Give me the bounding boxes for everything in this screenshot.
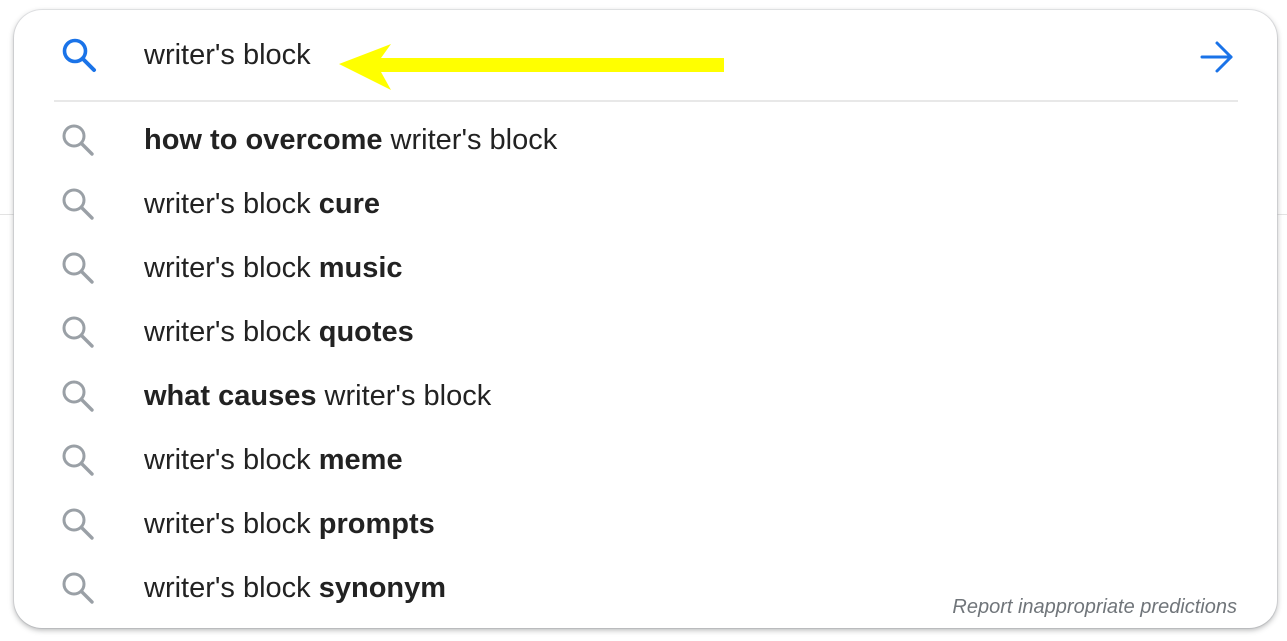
suggestion-text: writer's block quotes — [144, 313, 414, 351]
suggestion-list: how to overcome writer's block writer's b… — [14, 108, 1277, 620]
suggestion-item[interactable]: writer's block cure — [14, 172, 1277, 236]
suggestion-text: writer's block cure — [144, 185, 380, 223]
suggestion-query-part: writer's block — [144, 572, 319, 604]
annotation-arrow — [339, 44, 724, 90]
divider — [54, 100, 1238, 102]
search-icon — [62, 188, 94, 220]
suggestion-text: writer's block synonym — [144, 569, 446, 607]
arrow-right-icon[interactable] — [1198, 38, 1236, 76]
suggestion-item[interactable]: writer's block prompts — [14, 492, 1277, 556]
search-icon — [62, 380, 94, 412]
search-icon — [62, 508, 94, 540]
search-box: writer's block how to overcome writer's … — [14, 10, 1277, 628]
report-predictions-link[interactable]: Report inappropriate predictions — [952, 596, 1237, 619]
search-row: writer's block — [14, 10, 1277, 100]
search-icon — [62, 572, 94, 604]
suggestion-item[interactable]: how to overcome writer's block — [14, 108, 1277, 172]
suggestion-text: what causes writer's block — [144, 377, 491, 415]
search-icon — [62, 124, 94, 156]
suggestion-query-part: writer's block — [316, 380, 492, 412]
suggestion-item[interactable]: writer's block meme — [14, 428, 1277, 492]
suggestion-text: writer's block prompts — [144, 505, 435, 543]
suggestion-query-part: writer's block — [144, 188, 319, 220]
suggestion-text: writer's block meme — [144, 441, 403, 479]
suggestion-bold-suffix: prompts — [318, 508, 435, 540]
suggestion-bold-suffix: quotes — [318, 316, 414, 348]
suggestion-query-part: writer's block — [144, 316, 319, 348]
suggestion-bold-suffix: music — [318, 252, 403, 284]
suggestion-query-part: writer's block — [144, 508, 319, 540]
suggestion-query-part: writer's block — [144, 252, 319, 284]
search-icon — [62, 444, 94, 476]
suggestion-text: writer's block music — [144, 249, 403, 287]
suggestion-item[interactable]: what causes writer's block — [14, 364, 1277, 428]
suggestion-bold-suffix: synonym — [318, 572, 447, 604]
suggestion-bold-suffix: cure — [318, 188, 381, 220]
suggestion-item[interactable]: writer's block quotes — [14, 300, 1277, 364]
suggestion-bold-prefix: what causes — [144, 380, 317, 412]
search-icon[interactable] — [60, 36, 98, 74]
suggestion-bold-prefix: how to overcome — [144, 124, 383, 156]
search-icon — [62, 252, 94, 284]
search-icon — [62, 316, 94, 348]
search-input[interactable]: writer's block — [144, 36, 311, 74]
suggestion-item[interactable]: writer's block music — [14, 236, 1277, 300]
suggestion-bold-suffix: meme — [318, 444, 403, 476]
suggestion-query-part: writer's block — [382, 124, 558, 156]
suggestion-text: how to overcome writer's block — [144, 121, 557, 159]
suggestion-query-part: writer's block — [144, 444, 319, 476]
